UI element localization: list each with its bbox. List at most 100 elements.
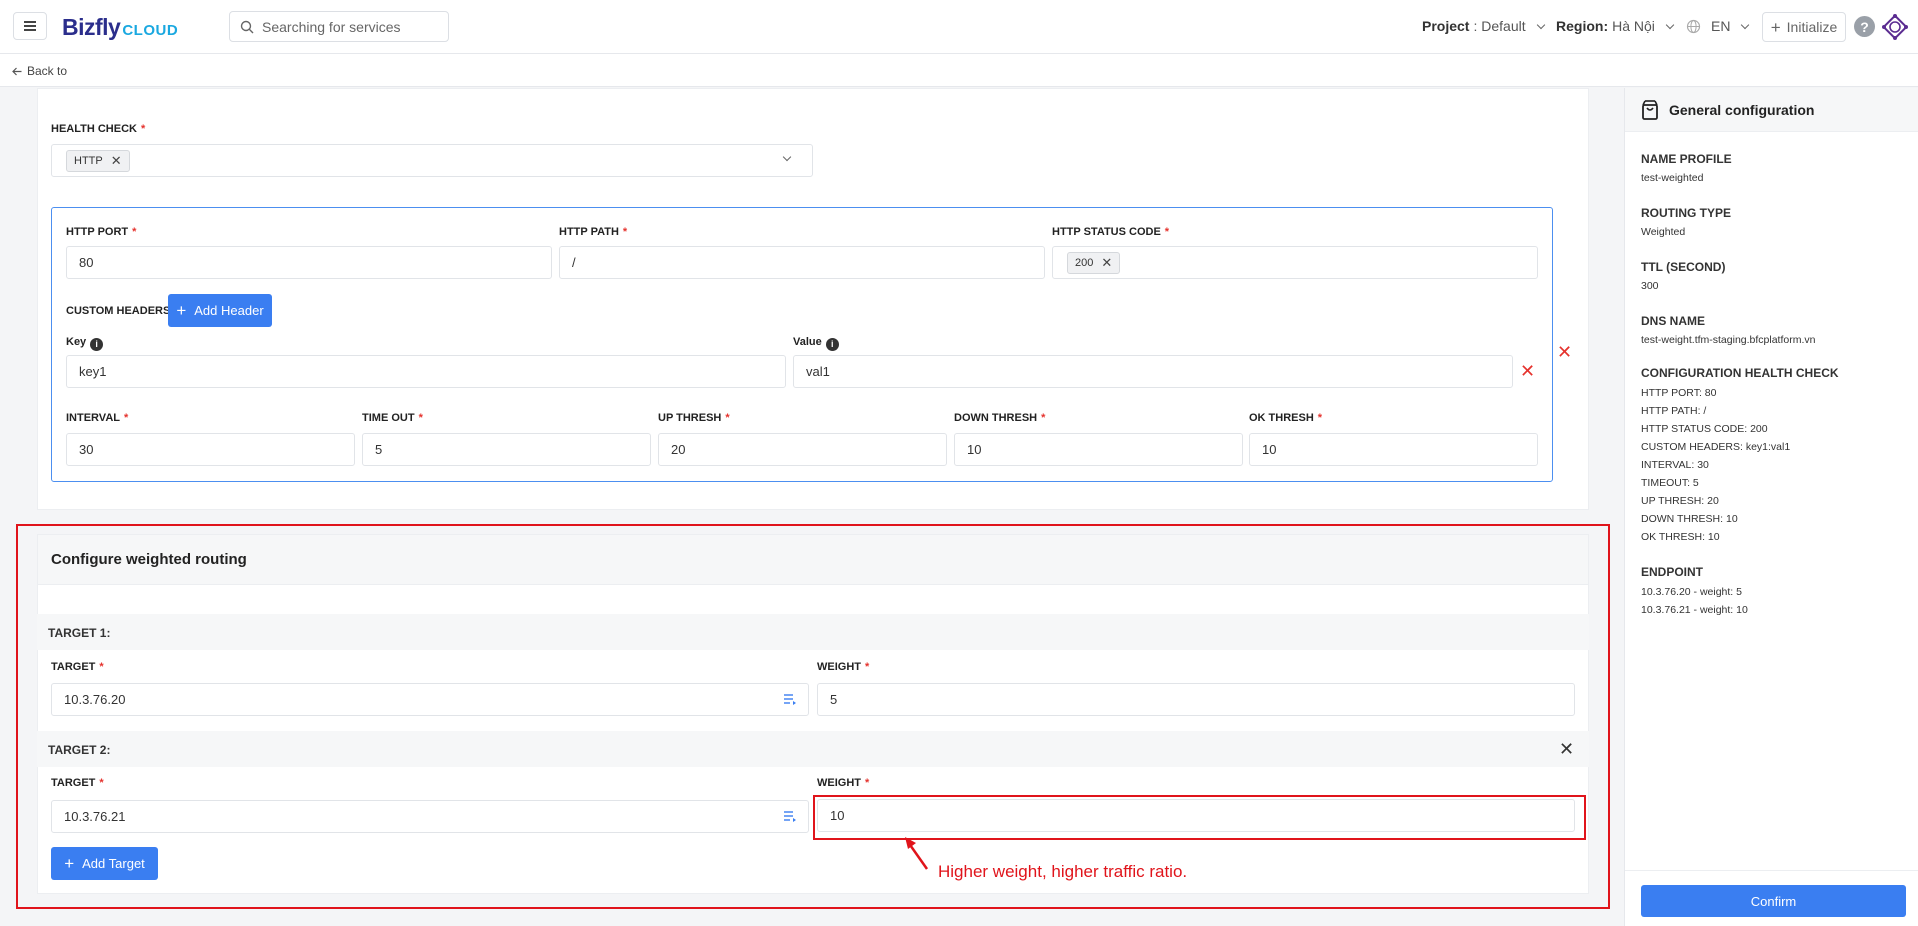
add-header-button[interactable]: + Add Header xyxy=(168,294,272,327)
globe-icon xyxy=(1686,19,1701,33)
info-icon[interactable]: i xyxy=(825,337,839,351)
remove-header-icon[interactable]: ✕ xyxy=(1520,362,1535,380)
ok-thresh-input[interactable] xyxy=(1249,433,1538,466)
timeout-label: TIME OUT * xyxy=(362,412,423,424)
http-port-input[interactable] xyxy=(66,246,552,279)
top-bar: BizflyCLOUD Project : Default Region: Hà… xyxy=(0,0,1918,54)
health-check-summary-line: CUSTOM HEADERS: key1:val1 xyxy=(1641,441,1791,453)
language-selector[interactable]: EN xyxy=(1686,18,1750,34)
ok-thresh-label: OK THRESH * xyxy=(1249,412,1323,424)
project-value: : Default xyxy=(1473,18,1526,34)
back-link[interactable]: Back to xyxy=(12,64,67,78)
add-header-label: Add Header xyxy=(194,303,264,318)
health-check-summary-line: UP THRESH: 20 xyxy=(1641,495,1719,507)
remove-tag-icon[interactable]: ✕ xyxy=(111,153,122,169)
initialize-button[interactable]: + Initialize xyxy=(1762,12,1846,42)
health-check-label: HEALTH CHECK * xyxy=(51,123,146,135)
annotation-highlight-weight xyxy=(813,795,1586,840)
http-path-input[interactable] xyxy=(559,246,1045,279)
chevron-down-icon xyxy=(1741,20,1750,29)
back-row: Back to xyxy=(0,54,1918,87)
arrow-left-icon xyxy=(12,67,22,75)
health-check-select[interactable]: HTTP ✕ xyxy=(51,144,813,177)
region-value: Hà Nội xyxy=(1612,18,1655,34)
endpoint-label: ENDPOINT xyxy=(1641,565,1704,579)
routing-type-label: ROUTING TYPE xyxy=(1641,206,1732,220)
general-configuration-sidebar: General configuration NAME PROFILE test-… xyxy=(1624,88,1918,926)
hamburger-menu-button[interactable] xyxy=(13,12,47,40)
confirm-button[interactable]: Confirm xyxy=(1641,885,1906,917)
timeout-input[interactable] xyxy=(362,433,651,466)
interval-input[interactable] xyxy=(66,433,355,466)
logo-subtext: CLOUD xyxy=(122,22,179,39)
annotation-text: Higher weight, higher traffic ratio. xyxy=(938,862,1188,881)
project-label: Project xyxy=(1422,18,1470,34)
annotation-highlight-section xyxy=(16,524,1610,909)
interval-label: INTERVAL * xyxy=(66,412,129,424)
health-check-summary-line: INTERVAL: 30 xyxy=(1641,459,1709,471)
menu-icon xyxy=(24,25,36,27)
down-thresh-input[interactable] xyxy=(954,433,1243,466)
search-icon xyxy=(240,20,254,33)
language-value: EN xyxy=(1711,18,1731,34)
routing-type-value: Weighted xyxy=(1641,226,1686,238)
search-input[interactable] xyxy=(262,18,442,35)
service-search[interactable] xyxy=(229,11,449,42)
sidebar-title: General configuration xyxy=(1669,102,1815,118)
health-check-summary-line: DOWN THRESH: 10 xyxy=(1641,513,1738,525)
name-profile-value: test-weighted xyxy=(1641,172,1704,184)
health-check-summary-label: CONFIGURATION HEALTH CHECK xyxy=(1641,366,1839,380)
up-thresh-input[interactable] xyxy=(658,433,947,466)
tag-label: 200 xyxy=(1075,256,1094,269)
sidebar-divider xyxy=(1625,870,1918,871)
http-path-label: HTTP PATH * xyxy=(559,226,628,238)
sidebar-header: General configuration xyxy=(1625,88,1918,132)
bizfly-logo[interactable]: Bizfly CLOUD xyxy=(62,14,178,41)
ttl-label: TTL (SECOND) xyxy=(1641,260,1726,274)
tag-label: HTTP xyxy=(74,154,103,167)
logo-text: Bizfly xyxy=(62,14,121,40)
down-thresh-label: DOWN THRESH * xyxy=(954,412,1046,424)
http-port-label: HTTP PORT * xyxy=(66,226,137,238)
custom-headers-label: CUSTOM HEADERS xyxy=(66,305,171,317)
http-status-code-select[interactable]: 200 ✕ xyxy=(1052,246,1538,279)
health-check-summary-line: HTTP STATUS CODE: 200 xyxy=(1641,423,1768,435)
plus-icon: + xyxy=(1770,17,1781,37)
back-label: Back to xyxy=(27,64,68,78)
bag-icon xyxy=(1642,100,1658,120)
region-label: Region: xyxy=(1556,18,1609,34)
name-profile-label: NAME PROFILE xyxy=(1641,152,1732,166)
up-thresh-label: UP THRESH * xyxy=(658,412,730,424)
health-check-tag: HTTP ✕ xyxy=(66,149,130,172)
help-button[interactable]: ? xyxy=(1854,16,1875,37)
annotation-arrow-icon xyxy=(905,837,929,870)
value-label: Value i xyxy=(793,336,839,351)
region-selector[interactable]: Region: Hà Nội xyxy=(1556,18,1675,34)
endpoint-line: 10.3.76.21 - weight: 10 xyxy=(1641,604,1748,616)
info-icon[interactable]: i xyxy=(90,337,104,351)
initialize-label: Initialize xyxy=(1786,19,1838,35)
key-label: Key i xyxy=(66,336,104,351)
header-value-input[interactable] xyxy=(793,355,1513,388)
header-key-input[interactable] xyxy=(66,355,786,388)
status-code-tag: 200 ✕ xyxy=(1067,251,1121,274)
http-status-code-label: HTTP STATUS CODE * xyxy=(1052,226,1170,238)
ttl-value: 300 xyxy=(1641,280,1659,292)
confirm-label: Confirm xyxy=(1750,893,1797,909)
dns-name-label: DNS NAME xyxy=(1641,314,1706,328)
remove-health-check-icon[interactable]: ✕ xyxy=(1557,343,1572,361)
plus-icon: + xyxy=(176,301,187,320)
project-selector[interactable]: Project : Default xyxy=(1422,18,1545,34)
chevron-down-icon xyxy=(1665,20,1675,29)
remove-tag-icon[interactable]: ✕ xyxy=(1101,255,1112,271)
help-icon: ? xyxy=(1860,18,1869,35)
health-check-summary-line: HTTP PATH: / xyxy=(1641,405,1707,417)
health-check-summary-line: TIMEOUT: 5 xyxy=(1641,477,1699,489)
health-check-summary-line: HTTP PORT: 80 xyxy=(1641,387,1717,399)
user-avatar[interactable] xyxy=(1880,12,1910,42)
dns-name-value: test-weight.tfm-staging.bfcplatform.vn xyxy=(1641,334,1816,346)
health-check-summary-line: OK THRESH: 10 xyxy=(1641,531,1720,543)
chevron-down-icon xyxy=(782,152,792,162)
chevron-down-icon xyxy=(1536,20,1545,29)
endpoint-line: 10.3.76.20 - weight: 5 xyxy=(1641,586,1742,598)
